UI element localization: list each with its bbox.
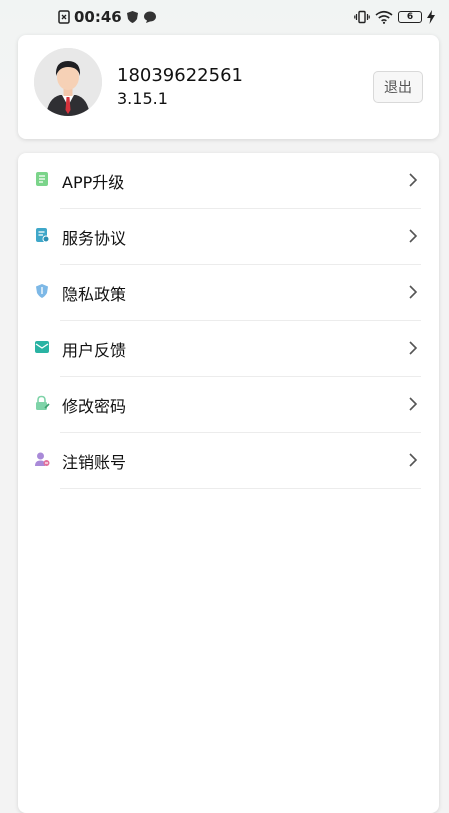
status-right: 6: [354, 10, 435, 24]
chevron-right-icon: [409, 229, 418, 243]
shield-icon: [36, 284, 48, 298]
user-remove-icon: [35, 452, 50, 466]
wifi-icon: [375, 10, 393, 24]
menu-item-service-agreement[interactable]: 服务协议: [18, 209, 439, 265]
menu-item-label: APP升级: [62, 173, 125, 192]
chevron-right-icon: [409, 341, 418, 355]
avatar-image: [34, 48, 102, 116]
menu-item-app-upgrade[interactable]: APP升级: [18, 153, 439, 209]
feedback-mail-icon: [35, 341, 49, 353]
menu-item-label: 隐私政策: [62, 285, 127, 304]
chevron-right-icon: [409, 397, 418, 411]
document-icon: [36, 172, 48, 186]
chevron-right-icon: [409, 453, 418, 467]
profile-card: 18039622561 3.15.1 退出: [18, 35, 439, 139]
message-icon: [143, 11, 156, 23]
menu-item-label: 注销账号: [62, 453, 127, 472]
menu-item-label: 服务协议: [62, 229, 127, 248]
user-phone: 18039622561: [117, 65, 243, 86]
battery-level: 6: [406, 12, 414, 22]
app-version: 3.15.1: [117, 89, 168, 108]
menu-item-label: 修改密码: [62, 397, 127, 416]
menu-divider: [60, 488, 421, 489]
menu-item-user-feedback[interactable]: 用户反馈: [18, 321, 439, 377]
chevron-right-icon: [409, 285, 418, 299]
settings-menu: APP升级 服务协议 隐私政策 用户反馈 修改密码 注销账号: [18, 153, 439, 813]
lock-edit-icon: [36, 395, 50, 410]
chevron-right-icon: [409, 173, 418, 187]
battery-indicator: 6: [398, 11, 422, 23]
avatar: [34, 48, 102, 116]
sim-icon: [58, 10, 70, 24]
status-left: 00:46: [58, 8, 157, 26]
shield-status-icon: [126, 11, 138, 23]
vibrate-icon: [354, 10, 370, 24]
logout-button[interactable]: 退出: [373, 71, 423, 103]
menu-item-privacy-policy[interactable]: 隐私政策: [18, 265, 439, 321]
menu-item-change-password[interactable]: 修改密码: [18, 377, 439, 433]
contract-icon: [36, 228, 50, 243]
charging-icon: [427, 10, 435, 24]
menu-item-delete-account[interactable]: 注销账号: [18, 433, 439, 489]
menu-item-label: 用户反馈: [62, 341, 127, 360]
status-time: 00:46: [74, 8, 122, 26]
status-bar: 00:46 6: [0, 0, 449, 34]
